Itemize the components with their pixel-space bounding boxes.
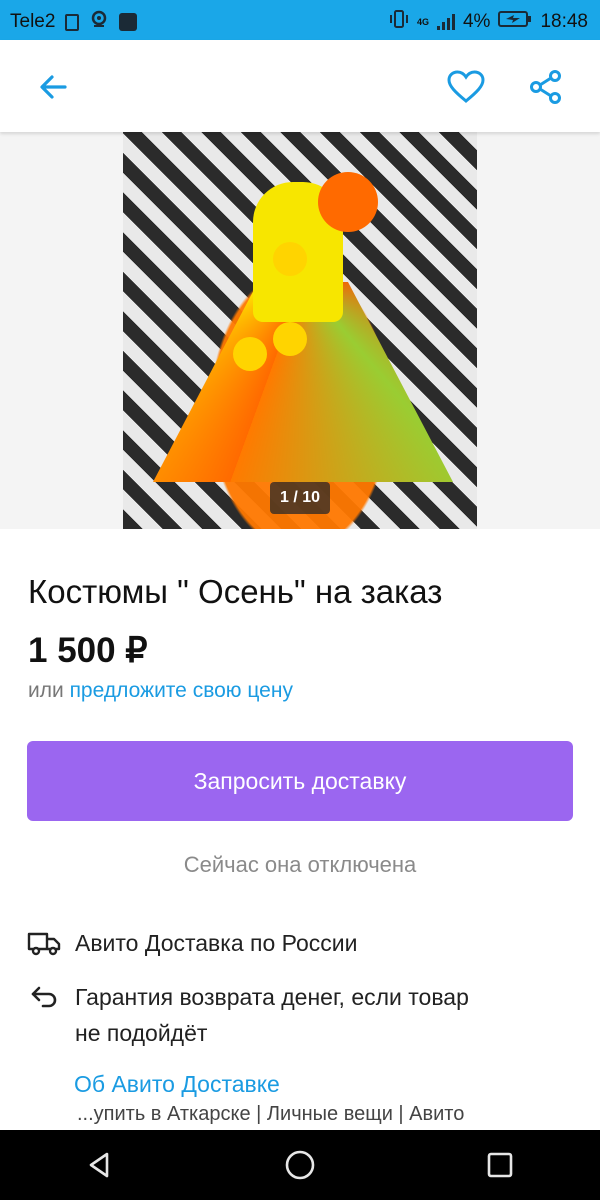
- status-bar-right: 4G 4% 18:48: [389, 9, 588, 35]
- flower-decor: [233, 337, 267, 371]
- feature-money-back-line2: не подойдёт: [75, 1020, 208, 1046]
- listing-photo[interactable]: [123, 132, 477, 529]
- carrier-name: Tele2: [10, 11, 56, 32]
- breadcrumb[interactable]: ...упить в Аткарске | Личные вещи | Авит…: [77, 1103, 464, 1126]
- feature-money-back-text: Гарантия возврата денег, если товар не п…: [75, 979, 469, 1051]
- favorite-button[interactable]: [445, 66, 487, 108]
- heart-icon: [447, 70, 485, 103]
- offer-price-link[interactable]: предложите свою цену: [70, 679, 293, 702]
- vibrate-icon: [389, 9, 409, 35]
- system-nav-bar: [0, 1130, 600, 1200]
- sd-card-icon: [65, 13, 80, 31]
- feature-money-back: Гарантия возврата денег, если товар не п…: [27, 979, 469, 1051]
- nav-recents-button[interactable]: [470, 1135, 530, 1195]
- photo-counter: 1 / 10: [270, 482, 330, 514]
- arrow-left-icon: [40, 75, 67, 99]
- feature-delivery: Авито Доставка по России: [27, 925, 357, 961]
- offer-prefix: или: [28, 679, 64, 702]
- battery-percent: 4%: [462, 11, 491, 32]
- truck-icon: [27, 926, 61, 960]
- listing-title: Костюмы " Осень" на заказ: [28, 573, 443, 610]
- battery-icon: [498, 9, 532, 35]
- return-arrow-icon: [27, 980, 61, 1014]
- square-recents-icon: [487, 1152, 513, 1178]
- back-button[interactable]: [32, 66, 74, 108]
- status-bar-left: Tele2: [10, 9, 138, 35]
- clock: 18:48: [540, 11, 588, 32]
- flower-decor: [318, 172, 378, 232]
- about-delivery-link[interactable]: Об Авито Доставке: [74, 1071, 280, 1098]
- top-toolbar: [0, 40, 600, 132]
- flower-decor: [273, 242, 307, 276]
- photo-gallery[interactable]: 1 / 10: [0, 132, 600, 529]
- network-type: 4G: [416, 16, 429, 27]
- feature-delivery-text: Авито Доставка по России: [75, 930, 358, 956]
- notification-icon: [119, 13, 138, 31]
- triangle-back-icon: [89, 1152, 109, 1178]
- circle-home-icon: [285, 1150, 315, 1180]
- location-icon: [89, 9, 109, 35]
- flower-decor: [273, 322, 307, 356]
- share-icon: [530, 70, 561, 104]
- signal-icon: [436, 14, 455, 30]
- request-delivery-button[interactable]: Запросить доставку: [27, 741, 573, 821]
- nav-back-button[interactable]: [70, 1135, 130, 1195]
- feature-money-back-line1: Гарантия возврата денег, если товар: [75, 984, 469, 1010]
- status-bar: Tele2 4G 4% 18:48: [0, 0, 600, 40]
- delivery-disabled-note: Сейчас она отключена: [183, 852, 417, 877]
- offer-line: или предложите свою цену: [28, 679, 293, 703]
- nav-home-button[interactable]: [270, 1135, 330, 1195]
- listing-price: 1 500 ₽: [28, 631, 148, 670]
- share-button[interactable]: [525, 66, 567, 108]
